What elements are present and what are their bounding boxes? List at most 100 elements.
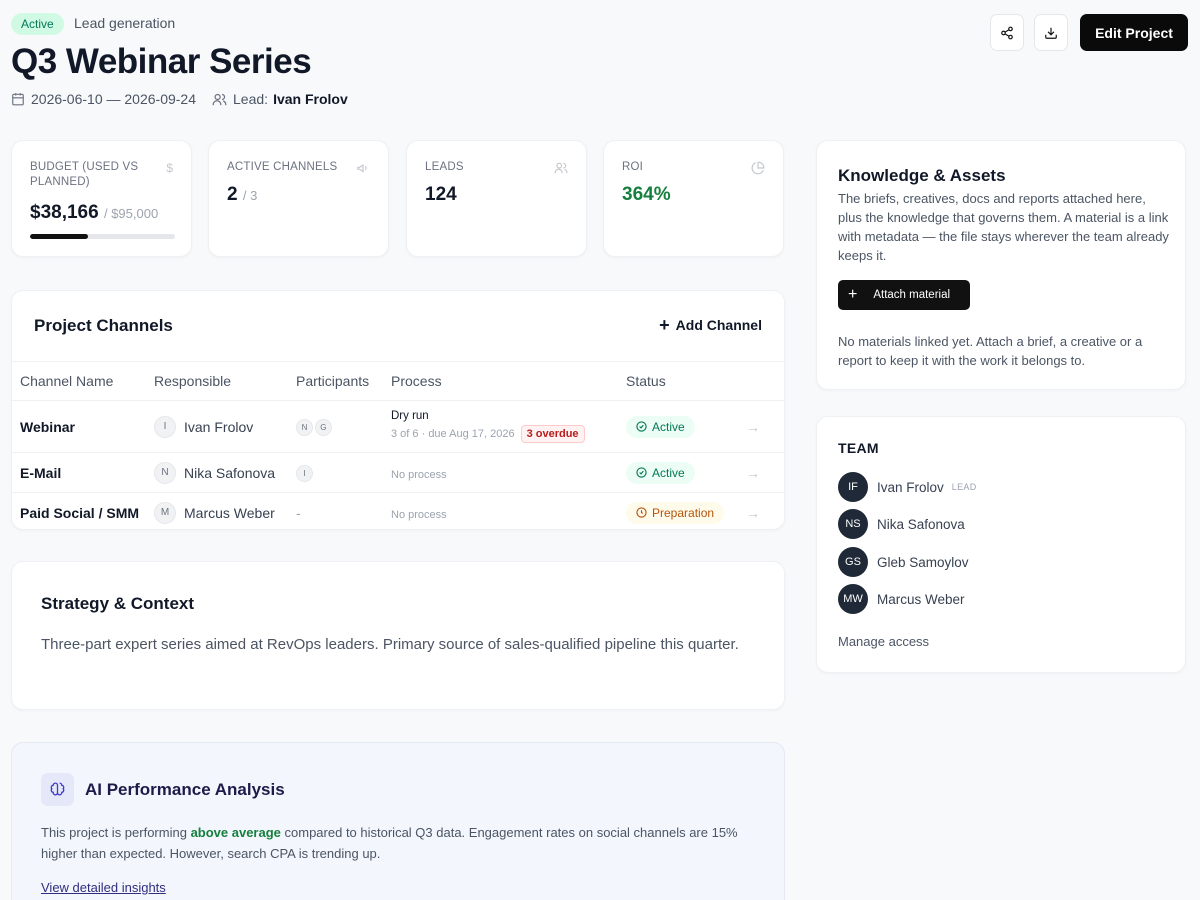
ai-title: AI Performance Analysis — [85, 780, 285, 799]
participants-empty: - — [296, 504, 301, 521]
avatar: I — [296, 465, 313, 482]
process-cell: Dry run 3 of 6 · due Aug 17, 2026 3 over… — [383, 400, 618, 453]
team-member[interactable]: MW Marcus Weber — [838, 584, 965, 614]
avatar: NS — [838, 509, 868, 539]
team-member[interactable]: NS Nika Safonova — [838, 509, 965, 539]
budget-progress — [30, 234, 175, 239]
avatar: M — [154, 501, 176, 524]
view-insights-link[interactable]: View detailed insights — [41, 880, 166, 895]
leads-card: LEADS 124 — [406, 140, 587, 257]
roi-card: ROI 364% — [603, 140, 784, 257]
attach-material-button[interactable]: + Attach material — [838, 280, 970, 310]
project-dates: 2026-06-10 — 2026-09-24 — [31, 91, 197, 107]
open-row-arrow-icon[interactable]: → — [738, 452, 784, 493]
process-steps: 3 of 6 — [391, 428, 419, 440]
table-row[interactable]: Paid Social / SMM M Marcus Weber - No pro… — [12, 493, 784, 530]
leads-value: 124 — [425, 184, 457, 205]
status-badge: Active — [626, 415, 695, 438]
users-icon — [554, 162, 568, 174]
clock-icon — [636, 507, 647, 518]
open-row-arrow-icon[interactable]: → — [738, 400, 784, 453]
budget-value: $38,166 / $95,000 — [30, 202, 158, 224]
process-due: · due Aug 17, 2026 — [421, 428, 515, 440]
member-name: Gleb Samoylov — [877, 554, 969, 570]
manage-access-link[interactable]: Manage access — [838, 634, 929, 649]
edit-project-button[interactable]: Edit Project — [1080, 14, 1188, 51]
check-circle-icon — [636, 467, 647, 478]
active-channels-value: 2 / 3 — [227, 184, 257, 206]
budget-used: $38,166 — [30, 202, 99, 223]
plus-icon: + — [659, 315, 670, 335]
status-label: Active — [652, 465, 685, 480]
table-row[interactable]: Webinar I Ivan Frolov N G Dry run 3 of 6 … — [12, 400, 784, 453]
col-actions — [738, 361, 784, 401]
calendar-icon — [12, 93, 24, 106]
status-cell: Active — [618, 400, 738, 453]
process-empty: No process — [391, 468, 447, 481]
member-name: Nika Safonova — [877, 516, 965, 532]
page-header: Active Lead generation Q3 Webinar Series… — [11, 12, 1189, 112]
lead-label: Lead: — [233, 91, 269, 107]
team-member[interactable]: GS Gleb Samoylov — [838, 547, 969, 577]
status-label: Active — [652, 419, 685, 434]
channel-name[interactable]: Paid Social / SMM — [12, 493, 146, 530]
table-row[interactable]: E-Mail N Nika Safonova I No process Activ… — [12, 452, 784, 493]
strategy-text: Three-part expert series aimed at RevOps… — [41, 636, 739, 653]
process-empty: No process — [391, 508, 447, 521]
strategy-card: Strategy & Context Three-part expert ser… — [11, 561, 785, 710]
budget-card: BUDGET (USED VS PLANNED) $ $38,166 / $95… — [11, 140, 192, 257]
knowledge-title: Knowledge & Assets — [838, 166, 1006, 185]
roi-label: ROI — [622, 161, 644, 173]
avatar: IF — [838, 472, 868, 502]
budget-progress-fill — [30, 234, 89, 239]
responsible-name: Nika Safonova — [184, 464, 276, 481]
project-meta: 2026-06-10 — 2026-09-24 Lead: Ivan Frolo… — [11, 91, 348, 107]
team-title: TEAM — [838, 440, 879, 456]
attach-material-label: Attach material — [873, 289, 951, 301]
status-badge: Preparation — [626, 501, 725, 524]
ai-analysis-card: AI Performance Analysis This project is … — [11, 742, 785, 900]
channel-name[interactable]: E-Mail — [12, 452, 146, 493]
leads-label: LEADS — [425, 161, 464, 173]
process-name: Dry run — [391, 410, 429, 422]
lead-name[interactable]: Ivan Frolov — [273, 91, 348, 107]
active-channels-label: ACTIVE CHANNELS — [227, 161, 338, 173]
channel-name[interactable]: Webinar — [12, 400, 146, 453]
download-button[interactable] — [1034, 14, 1068, 51]
status-cell: Preparation — [618, 493, 738, 530]
knowledge-description: The briefs, creatives, docs and reports … — [838, 191, 1169, 263]
status-cell: Active — [618, 452, 738, 493]
knowledge-card: Knowledge & Assets The briefs, creatives… — [816, 140, 1186, 390]
add-channel-button[interactable]: + Add Channel — [659, 315, 762, 335]
participants-cell: N G — [288, 400, 383, 453]
users-icon — [212, 93, 227, 105]
process-cell: No process — [383, 493, 618, 530]
col-participants: Participants — [288, 361, 383, 401]
download-icon — [1045, 27, 1057, 39]
pie-chart-icon — [751, 161, 765, 175]
project-status-badge: Active — [11, 13, 64, 35]
channels-title: Project Channels — [34, 316, 173, 335]
avatar: I — [154, 415, 176, 438]
responsible-name: Ivan Frolov — [184, 418, 254, 435]
share-button[interactable] — [990, 14, 1024, 51]
col-process: Process — [383, 361, 618, 401]
avatar: G — [314, 419, 332, 436]
budget-label: BUDGET (USED VS PLANNED) — [30, 161, 139, 188]
team-member[interactable]: IF Ivan Frolov LEAD — [838, 472, 977, 502]
project-channels-card: Project Channels + Add Channel Channel N… — [11, 290, 785, 530]
overdue-badge: 3 overdue — [520, 425, 585, 443]
responsible-name: Marcus Weber — [184, 504, 275, 521]
lead-tag: LEAD — [951, 482, 977, 492]
total-channels: / 3 — [242, 188, 258, 203]
avatar: MW — [838, 584, 868, 614]
project-category: Lead generation — [74, 15, 176, 31]
open-row-arrow-icon[interactable]: → — [738, 493, 784, 530]
active-channels-count: 2 — [227, 184, 238, 205]
responsible-cell: M Marcus Weber — [146, 493, 288, 530]
process-progress: 3 of 6 · due Aug 17, 2026 3 overdue — [391, 425, 618, 443]
strategy-title: Strategy & Context — [41, 594, 195, 613]
avatar: N — [154, 461, 176, 484]
roi-value: 364% — [622, 184, 671, 205]
active-channels-card: ACTIVE CHANNELS 2 / 3 — [208, 140, 389, 257]
